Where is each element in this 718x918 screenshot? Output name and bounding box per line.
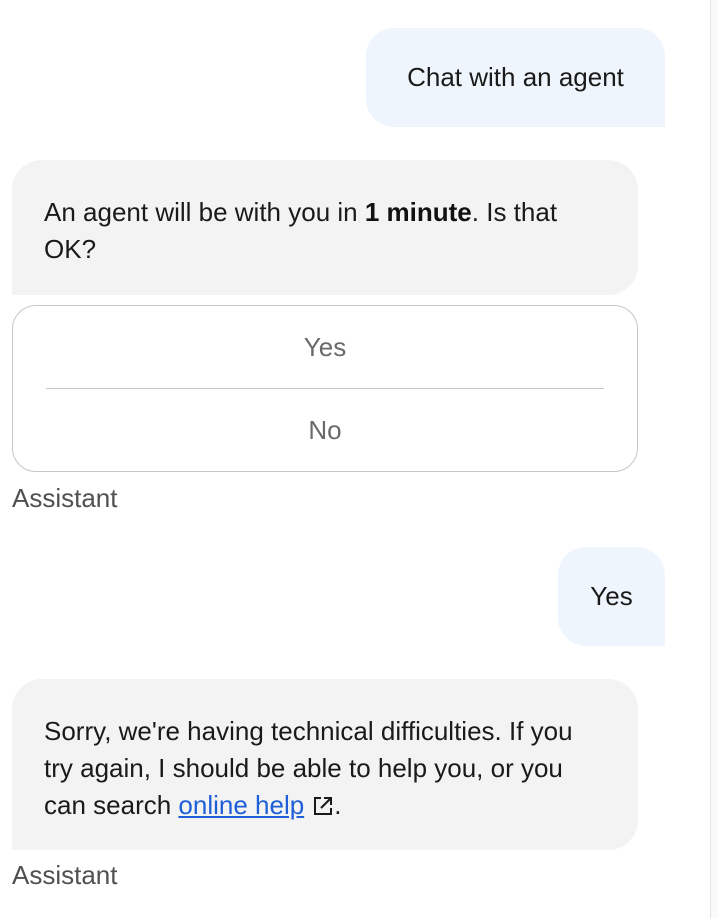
user-message-text: Yes bbox=[590, 581, 633, 611]
chat-transcript: Chat with an agent An agent will be with… bbox=[0, 0, 718, 918]
assistant-message: Sorry, we're having technical difficulti… bbox=[12, 679, 638, 850]
quick-reply-options: Yes No bbox=[12, 305, 638, 472]
wait-time: 1 minute bbox=[364, 197, 472, 227]
sender-label: Assistant bbox=[12, 860, 118, 890]
external-link-icon[interactable] bbox=[312, 795, 334, 817]
user-message: Chat with an agent bbox=[366, 28, 665, 127]
assistant-message-text: Sorry, we're having technical difficulti… bbox=[44, 716, 573, 820]
assistant-message-text: An agent will be with you in 1 minute. I… bbox=[44, 197, 558, 264]
user-message-text: Chat with an agent bbox=[407, 62, 624, 92]
user-message: Yes bbox=[558, 547, 665, 646]
option-no-button[interactable]: No bbox=[13, 389, 637, 472]
scrollbar[interactable] bbox=[710, 0, 718, 918]
assistant-message: An agent will be with you in 1 minute. I… bbox=[12, 160, 638, 295]
online-help-link[interactable]: online help bbox=[178, 790, 304, 820]
sender-label: Assistant bbox=[12, 483, 118, 513]
option-yes-button[interactable]: Yes bbox=[13, 306, 637, 389]
